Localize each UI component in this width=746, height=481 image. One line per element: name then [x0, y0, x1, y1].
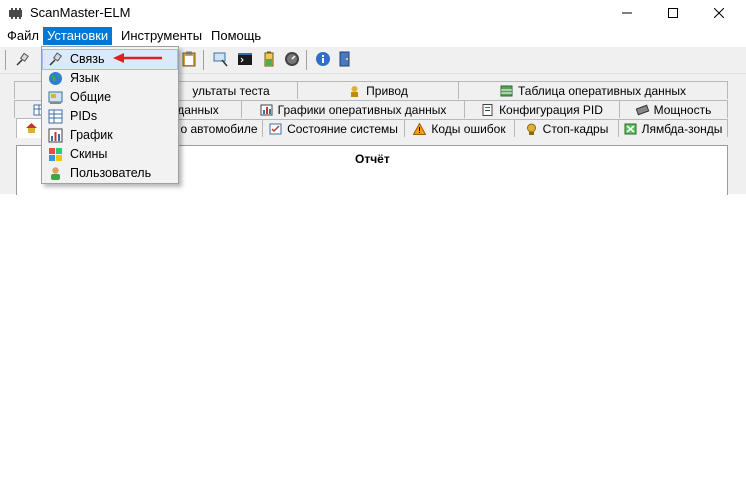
tab-live-data-graphs[interactable]: Графики оперативных данных — [241, 100, 465, 118]
menu-item-label: Скины — [70, 147, 108, 161]
menu-item-user[interactable]: Пользователь — [43, 164, 177, 183]
tab-label: Конфигурация PID — [499, 103, 603, 117]
settings-dropdown-menu: Связь Язык Общие PIDs График Скины Польз… — [41, 46, 179, 184]
app-icon — [9, 8, 22, 19]
chart-icon — [260, 104, 273, 116]
minimize-button[interactable] — [604, 0, 650, 26]
menu-item-label: Язык — [70, 71, 100, 85]
globe-icon — [49, 72, 62, 85]
tab-label: Состояние системы — [287, 122, 398, 136]
close-icon — [714, 8, 724, 18]
gauge-icon[interactable] — [284, 51, 300, 67]
lambda-sensor-icon — [624, 123, 637, 135]
tab-drive[interactable]: Привод — [297, 81, 459, 99]
maximize-icon — [668, 8, 678, 18]
close-button[interactable] — [696, 0, 742, 26]
tab-label: данных — [177, 103, 219, 117]
tab-live-data-table[interactable]: Таблица оперативных данных — [458, 81, 728, 99]
freeze-frame-icon — [526, 123, 536, 135]
drive-icon — [351, 86, 359, 97]
maximize-button[interactable] — [650, 0, 696, 26]
tab-label: Коды ошибок — [431, 122, 506, 136]
menu-file[interactable]: Файл — [3, 27, 43, 45]
menu-tools[interactable]: Инструменты — [117, 27, 206, 45]
tab-power[interactable]: Мощность — [619, 100, 728, 118]
menu-item-pids[interactable]: PIDs — [43, 107, 177, 126]
home-icon — [25, 123, 37, 133]
tab-freeze-frames[interactable]: Стоп-кадры — [514, 119, 619, 137]
connect-plug-icon[interactable] — [14, 51, 30, 67]
menu-settings[interactable]: Установки — [43, 27, 113, 45]
tab-system-status[interactable]: Состояние системы — [262, 119, 405, 137]
tab-label: Мощность — [653, 103, 712, 117]
toolbar-separator — [203, 50, 204, 70]
menu-item-general[interactable]: Общие — [43, 88, 177, 107]
toolbar-separator — [306, 50, 307, 70]
menu-item-label: График — [70, 128, 113, 142]
tab-label: о автомобиле — [180, 122, 258, 136]
menu-item-label: Связь — [70, 52, 105, 66]
menu-item-label: Общие — [70, 90, 112, 104]
tab-pid-config[interactable]: Конфигурация PID — [464, 100, 620, 118]
tab-label: Графики оперативных данных — [277, 103, 447, 117]
checklist-icon — [269, 123, 282, 135]
battery-icon[interactable] — [261, 51, 277, 67]
engine-icon — [635, 104, 649, 116]
tab-lambda-sensors[interactable]: Лямбда-зонды — [618, 119, 728, 137]
monitor-probe-icon[interactable] — [213, 51, 229, 67]
skins-icon — [49, 148, 62, 161]
user-icon — [51, 167, 60, 180]
menu-help[interactable]: Помощь — [207, 27, 265, 45]
tab-label: ультаты теста — [192, 84, 270, 98]
document-icon — [482, 104, 493, 116]
clipboard-icon[interactable] — [181, 51, 197, 67]
tab-label: Таблица оперативных данных — [517, 84, 687, 98]
table-icon — [500, 85, 513, 97]
window-title: ScanMaster-ELM — [30, 5, 131, 20]
tab-error-codes[interactable]: Коды ошибок — [404, 119, 515, 137]
toolbar-separator — [5, 50, 6, 70]
graph-icon — [48, 128, 63, 143]
pids-icon — [48, 109, 63, 124]
general-icon — [48, 91, 63, 104]
info-icon[interactable] — [315, 51, 331, 67]
connection-icon — [49, 52, 62, 66]
terminal-icon[interactable] — [237, 51, 253, 67]
menu-item-language[interactable]: Язык — [43, 69, 177, 88]
tab-label: Стоп-кадры — [542, 122, 609, 136]
tab-label: Привод — [366, 84, 408, 98]
red-arrow-annotation — [113, 53, 162, 63]
minimize-icon — [622, 12, 632, 14]
menu-item-skins[interactable]: Скины — [43, 145, 177, 164]
menu-item-graph[interactable]: График — [43, 126, 177, 145]
warning-icon — [413, 123, 427, 135]
menu-item-label: Пользователь — [70, 166, 152, 180]
tab-label: Лямбда-зонды — [641, 122, 723, 136]
report-title: Отчёт — [355, 152, 390, 166]
exit-door-icon[interactable] — [337, 51, 353, 67]
menu-item-label: PIDs — [70, 109, 98, 123]
